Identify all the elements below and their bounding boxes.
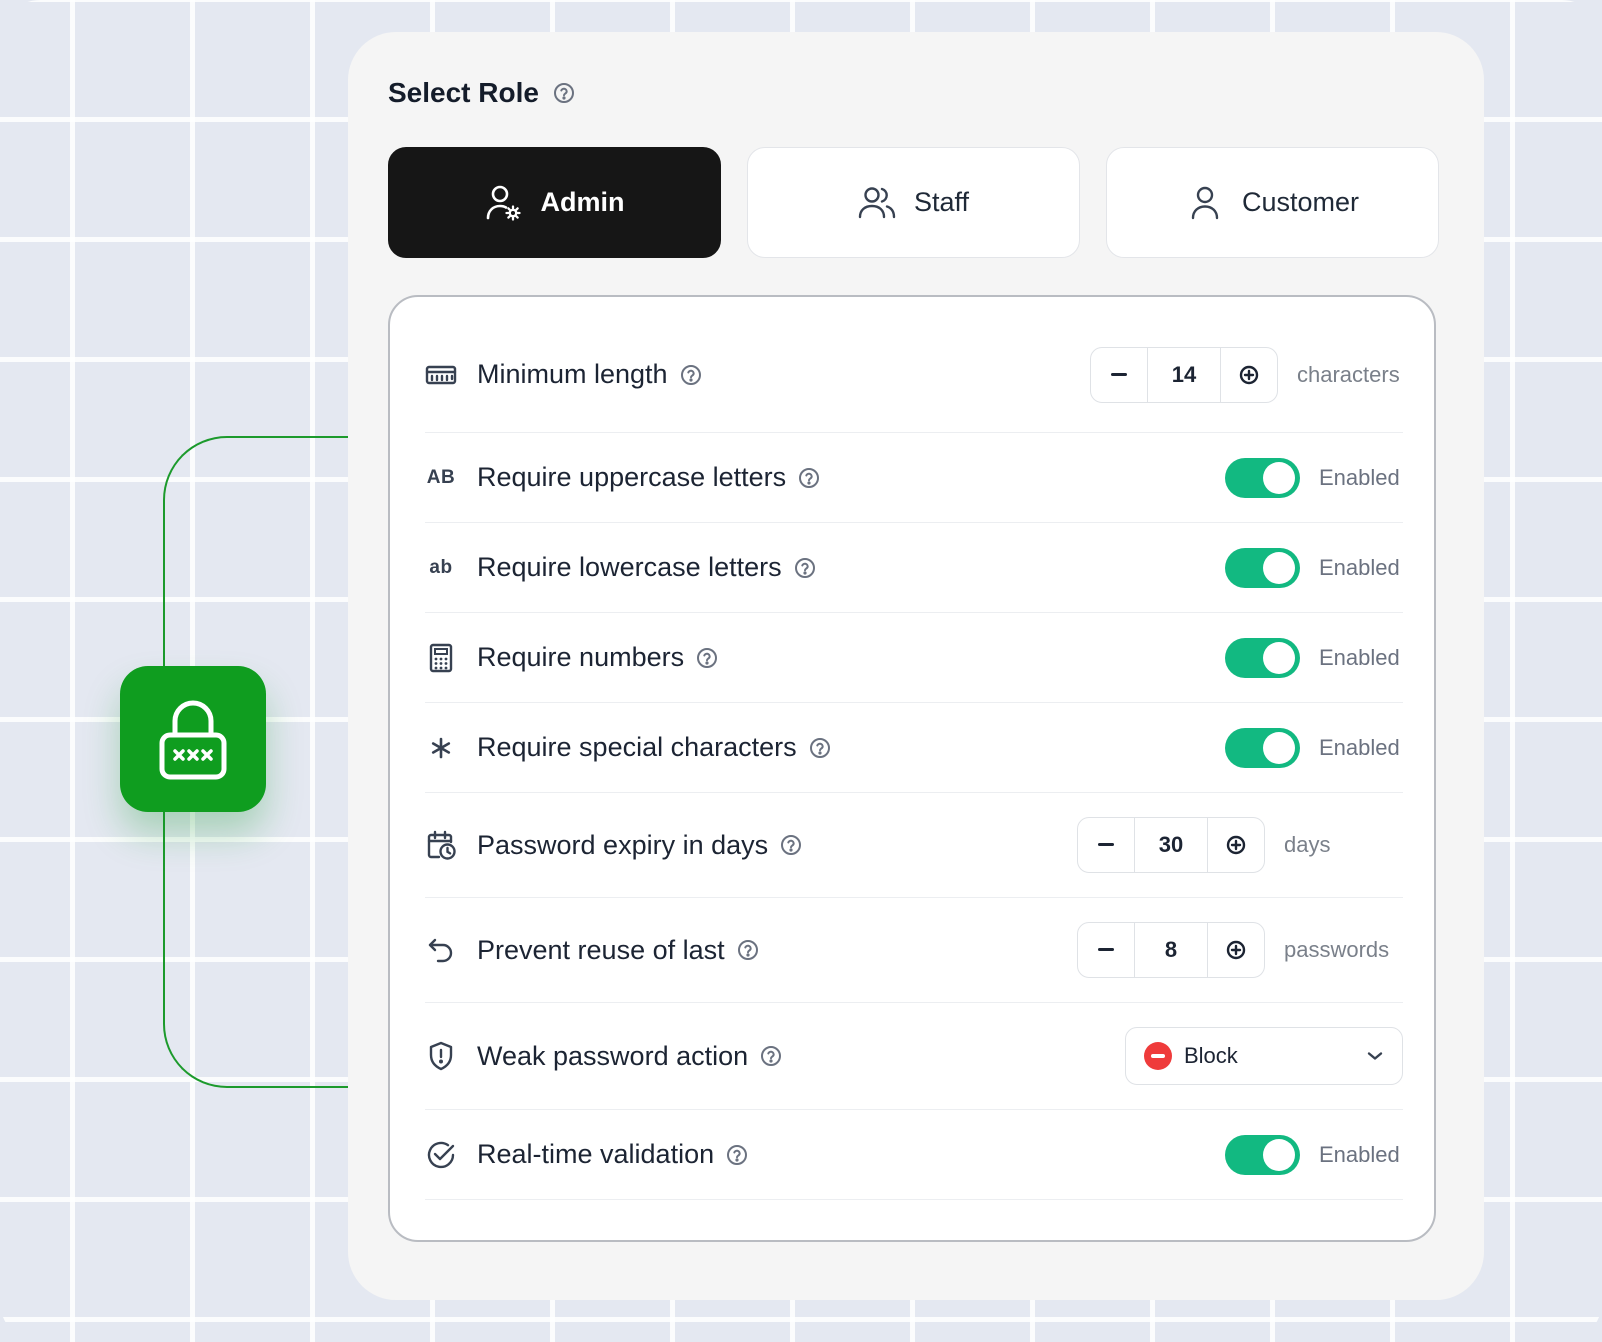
toggle-knob bbox=[1263, 461, 1295, 494]
help-icon[interactable] bbox=[696, 647, 718, 669]
setting-row-lowercase: ab Require lowercase letters Enabled bbox=[425, 523, 1403, 613]
password-lock-icon bbox=[159, 700, 227, 780]
plus-circle-icon bbox=[1239, 365, 1259, 384]
min-length-unit: characters bbox=[1297, 361, 1400, 387]
users-icon bbox=[858, 186, 896, 218]
minus-icon bbox=[1111, 372, 1127, 376]
help-icon[interactable] bbox=[680, 364, 702, 386]
role-staff-label: Staff bbox=[913, 187, 970, 217]
setting-row-min-length: Minimum length 14 characters bbox=[425, 317, 1403, 433]
setting-label: Prevent reuse of last bbox=[477, 934, 725, 965]
role-customer-label: Customer bbox=[1241, 187, 1360, 217]
realtime-toggle[interactable] bbox=[1225, 1134, 1300, 1175]
setting-label: Password expiry in days bbox=[477, 829, 769, 860]
numbers-toggle[interactable] bbox=[1225, 637, 1300, 678]
password-lock-badge bbox=[120, 666, 266, 812]
setting-label: Require lowercase letters bbox=[477, 552, 782, 582]
help-icon[interactable] bbox=[737, 939, 759, 961]
setting-label: Require special characters bbox=[477, 732, 797, 762]
plus-circle-icon bbox=[1226, 940, 1246, 960]
role-customer-button[interactable]: Customer bbox=[1106, 147, 1439, 258]
calendar-clock-icon bbox=[425, 829, 457, 861]
toggle-state: Enabled bbox=[1319, 464, 1400, 490]
lowercase-icon: ab bbox=[429, 556, 453, 578]
decrement-button[interactable] bbox=[1078, 818, 1134, 872]
setting-row-realtime: Real-time validation Enabled bbox=[425, 1110, 1403, 1200]
increment-button[interactable] bbox=[1221, 348, 1277, 402]
user-gear-icon bbox=[486, 185, 521, 221]
role-admin-label: Admin bbox=[540, 187, 625, 217]
setting-row-uppercase: AB Require uppercase letters Enabled bbox=[425, 433, 1403, 523]
toggle-state: Enabled bbox=[1319, 734, 1400, 760]
asterisk-icon bbox=[425, 732, 457, 764]
help-icon[interactable] bbox=[798, 467, 820, 489]
lowercase-toggle[interactable] bbox=[1225, 547, 1300, 588]
role-staff-button[interactable]: Staff bbox=[747, 147, 1080, 258]
setting-label: Require uppercase letters bbox=[477, 462, 787, 492]
setting-label: Real-time validation bbox=[477, 1139, 715, 1169]
undo-icon bbox=[425, 934, 457, 966]
user-icon bbox=[1191, 186, 1219, 219]
expiry-unit: days bbox=[1284, 832, 1331, 857]
decrement-button[interactable] bbox=[1091, 348, 1147, 402]
min-length-value[interactable]: 14 bbox=[1147, 347, 1221, 402]
ruler-icon bbox=[425, 359, 457, 391]
setting-row-numbers: Require numbers Enabled bbox=[425, 613, 1403, 703]
reuse-value[interactable]: 8 bbox=[1134, 923, 1208, 977]
help-icon[interactable] bbox=[780, 834, 802, 856]
increment-button[interactable] bbox=[1208, 818, 1264, 872]
help-icon[interactable] bbox=[726, 1144, 748, 1166]
weak-action-select[interactable]: Block bbox=[1125, 1027, 1403, 1085]
password-rules-card: Minimum length 14 characters AB Require … bbox=[388, 295, 1436, 1242]
min-length-stepper: 14 bbox=[1090, 346, 1278, 403]
weak-action-value: Block bbox=[1184, 1043, 1238, 1068]
setting-row-weak-action: Weak password action Block bbox=[425, 1003, 1403, 1110]
special-toggle[interactable] bbox=[1225, 727, 1300, 768]
help-icon[interactable] bbox=[794, 557, 816, 579]
setting-row-special: Require special characters Enabled bbox=[425, 703, 1403, 793]
toggle-state: Enabled bbox=[1319, 554, 1400, 580]
role-admin-button[interactable]: Admin bbox=[388, 147, 721, 258]
setting-label: Weak password action bbox=[477, 1040, 749, 1071]
setting-row-expiry: Password expiry in days 30 days bbox=[425, 793, 1403, 898]
expiry-value[interactable]: 30 bbox=[1134, 818, 1208, 872]
setting-label: Minimum length bbox=[477, 359, 668, 389]
chevron-down-icon bbox=[1367, 1052, 1383, 1060]
uppercase-icon: AB bbox=[426, 466, 456, 488]
block-icon bbox=[1144, 1042, 1172, 1070]
uppercase-toggle[interactable] bbox=[1225, 457, 1300, 498]
panel-header: Select Role bbox=[388, 77, 575, 109]
help-icon[interactable] bbox=[809, 737, 831, 759]
toggle-knob bbox=[1263, 731, 1295, 764]
toggle-knob bbox=[1263, 641, 1295, 674]
toggle-state: Enabled bbox=[1319, 644, 1400, 670]
minus-icon bbox=[1098, 843, 1114, 846]
decrement-button[interactable] bbox=[1078, 923, 1134, 977]
help-icon[interactable] bbox=[553, 82, 575, 104]
role-selector: Admin Staff Customer bbox=[388, 147, 1439, 258]
toggle-state: Enabled bbox=[1319, 1141, 1400, 1167]
setting-label: Require numbers bbox=[477, 642, 685, 672]
help-icon[interactable] bbox=[760, 1045, 782, 1067]
calculator-icon bbox=[425, 642, 457, 674]
reuse-unit: passwords bbox=[1284, 937, 1390, 962]
page-title: Select Role bbox=[388, 77, 539, 108]
expiry-stepper: 30 bbox=[1077, 817, 1265, 873]
setting-row-reuse: Prevent reuse of last 8 passwords bbox=[425, 898, 1403, 1003]
password-policy-panel: Select Role Admin Staff Customer Minimum… bbox=[348, 32, 1484, 1300]
plus-circle-icon bbox=[1226, 835, 1246, 855]
toggle-knob bbox=[1263, 1138, 1295, 1171]
minus-icon bbox=[1098, 948, 1114, 951]
toggle-knob bbox=[1263, 551, 1295, 584]
shield-alert-icon bbox=[425, 1040, 457, 1072]
reuse-stepper: 8 bbox=[1077, 922, 1265, 978]
increment-button[interactable] bbox=[1208, 923, 1264, 977]
check-circle-icon bbox=[425, 1139, 457, 1171]
